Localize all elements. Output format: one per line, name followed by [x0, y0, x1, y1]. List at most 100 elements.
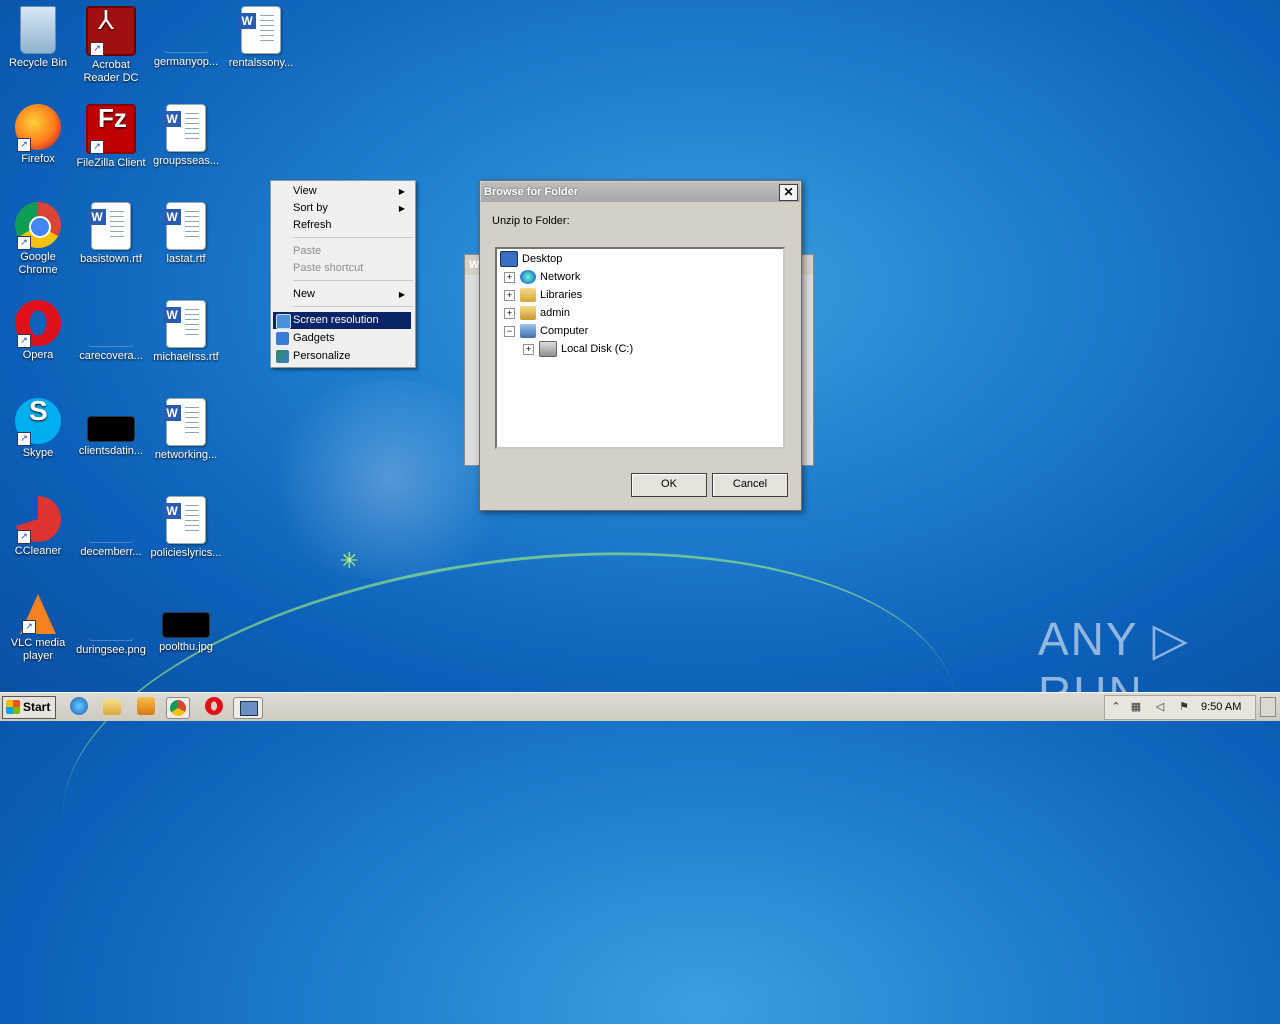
- desktop-icon-basistown[interactable]: W basistown.rtf: [73, 202, 149, 266]
- tree-item-network[interactable]: + Network: [504, 269, 580, 285]
- blank-file-icon: [88, 506, 134, 543]
- opera-icon: ↗: [15, 300, 61, 348]
- desktop-icon-decemberr[interactable]: decemberr...: [73, 496, 149, 559]
- desktop-icon-duringsee[interactable]: duringsee.png: [73, 594, 149, 657]
- close-button[interactable]: ✕: [779, 184, 798, 201]
- show-hidden-icons-icon[interactable]: ⌃: [1109, 700, 1123, 714]
- network-icon: [520, 270, 536, 285]
- system-tray: ⌃ ▦ ◁ ⚑ 9:50 AM: [1104, 695, 1256, 720]
- menu-item-paste[interactable]: Paste: [273, 243, 411, 260]
- file-explorer-icon[interactable]: [103, 699, 121, 715]
- menu-item-new[interactable]: New ▶: [273, 286, 411, 303]
- menu-separator: [293, 280, 413, 281]
- desktop-icon-skype[interactable]: S ↗ Skype: [0, 397, 76, 460]
- blank-file-icon: [163, 16, 209, 53]
- menu-item-paste-shortcut[interactable]: Paste shortcut: [273, 260, 411, 277]
- network-status-icon[interactable]: ▦: [1129, 700, 1143, 714]
- menu-item-sort-by[interactable]: Sort by ▶: [273, 200, 411, 217]
- menu-separator: [293, 237, 413, 238]
- action-center-flag-icon[interactable]: ⚑: [1177, 700, 1191, 714]
- winrar-taskbar-icon[interactable]: [233, 697, 263, 719]
- image-file-icon: [87, 416, 135, 442]
- blank-file-icon: [88, 604, 134, 641]
- volume-icon[interactable]: ◁: [1153, 700, 1167, 714]
- shortcut-arrow-icon: ↗: [22, 620, 36, 634]
- tree-item-desktop[interactable]: Desktop: [500, 251, 562, 268]
- tree-item-admin[interactable]: + admin: [504, 305, 570, 321]
- tree-item-computer[interactable]: − Computer: [504, 323, 588, 339]
- vlc-cone-icon: ↗: [20, 594, 56, 634]
- desktop-icon-firefox[interactable]: ↗ Firefox: [0, 104, 76, 166]
- desktop-context-menu: View ▶ Sort by ▶ Refresh Paste Paste short…: [270, 180, 416, 368]
- hard-drive-icon: [539, 341, 557, 358]
- desktop-icon-networking[interactable]: W networking...: [148, 398, 224, 462]
- ccleaner-icon: ↗: [15, 496, 61, 544]
- start-button[interactable]: Start: [2, 696, 56, 719]
- desktop-icon-carecovera[interactable]: carecovera...: [73, 300, 149, 363]
- chrome-icon: ↗: [15, 202, 61, 250]
- submenu-arrow-icon: ▶: [398, 187, 405, 196]
- word-document-icon: W: [238, 6, 281, 54]
- tree-item-libraries[interactable]: + Libraries: [504, 287, 582, 303]
- desktop-icon-michaelrss[interactable]: W michaelrss.rtf: [148, 300, 224, 364]
- word-document-icon: W: [163, 104, 206, 152]
- media-player-icon[interactable]: [137, 697, 155, 715]
- cancel-button[interactable]: Cancel: [712, 473, 788, 497]
- firefox-icon: ↗: [15, 104, 61, 152]
- desktop-icon-germanyop[interactable]: germanyop...: [148, 6, 224, 69]
- shortcut-arrow-icon: ↗: [17, 334, 31, 348]
- show-desktop-button[interactable]: [1260, 697, 1276, 717]
- desktop-icon-acrobat[interactable]: ⅄ ↗ Acrobat Reader DC: [73, 6, 149, 85]
- desktop-folder-icon: [500, 251, 518, 268]
- collapse-icon[interactable]: −: [504, 325, 515, 337]
- windows-logo-icon: [6, 700, 20, 714]
- expand-icon[interactable]: +: [504, 289, 515, 301]
- internet-explorer-icon[interactable]: [70, 697, 88, 715]
- desktop-icon-groupsseas[interactable]: W groupsseas...: [148, 104, 224, 168]
- folder-tree[interactable]: Desktop + Network + Libraries + admin − Comp…: [495, 247, 785, 449]
- shortcut-arrow-icon: ↗: [17, 432, 31, 446]
- skype-icon: S ↗: [15, 397, 61, 446]
- wallpaper-swoosh: [36, 499, 984, 1024]
- desktop-icon-filezilla[interactable]: Fz ↗ FileZilla Client: [73, 104, 149, 170]
- word-document-icon: W: [163, 496, 206, 544]
- shortcut-arrow-icon: ↗: [90, 140, 104, 154]
- filezilla-icon: Fz ↗: [86, 104, 136, 154]
- desktop-icon-opera[interactable]: ↗ Opera: [0, 300, 76, 362]
- ok-button[interactable]: OK: [631, 473, 707, 497]
- shortcut-arrow-icon: ↗: [90, 42, 104, 56]
- shortcut-arrow-icon: ↗: [17, 236, 31, 250]
- user-folder-icon: [520, 306, 536, 321]
- desktop-icon-ccleaner[interactable]: ↗ CCleaner: [0, 496, 76, 558]
- gadgets-icon: [276, 332, 289, 345]
- desktop-icon-recycle-bin[interactable]: Recycle Bin: [0, 6, 76, 70]
- computer-icon: [520, 324, 536, 339]
- browse-for-folder-dialog: Browse for Folder ✕ Unzip to Folder: Des…: [479, 180, 802, 511]
- chrome-taskbar-icon[interactable]: [166, 697, 190, 719]
- dialog-titlebar[interactable]: Browse for Folder ✕: [481, 182, 800, 202]
- desktop-icon-chrome[interactable]: ↗ Google Chrome: [0, 202, 76, 277]
- blank-file-icon: [88, 310, 134, 347]
- wallpaper-flare: ✳: [340, 548, 359, 573]
- desktop-icon-rentalssony[interactable]: W rentalssony...: [223, 6, 299, 70]
- expand-icon[interactable]: +: [504, 307, 515, 319]
- menu-item-personalize[interactable]: Personalize: [273, 348, 411, 365]
- menu-item-gadgets[interactable]: Gadgets: [273, 330, 411, 347]
- menu-item-screen-resolution[interactable]: Screen resolution: [273, 312, 411, 329]
- acrobat-icon: ⅄ ↗: [86, 6, 136, 56]
- menu-item-refresh[interactable]: Refresh: [273, 217, 411, 234]
- desktop-icon-policieslyrics[interactable]: W policieslyrics...: [148, 496, 224, 560]
- menu-item-view[interactable]: View ▶: [273, 183, 411, 200]
- desktop-icon-poolthu[interactable]: poolthu.jpg: [148, 594, 224, 654]
- tree-item-local-disk[interactable]: + Local Disk (C:): [523, 341, 633, 358]
- word-document-icon: W: [163, 398, 206, 446]
- shortcut-arrow-icon: ↗: [17, 530, 31, 544]
- clock[interactable]: 9:50 AM: [1201, 701, 1241, 713]
- desktop-icon-clientsdatin[interactable]: clientsdatin...: [73, 398, 149, 458]
- desktop-icon-vlc[interactable]: ↗ VLC media player: [0, 594, 76, 663]
- expand-icon[interactable]: +: [523, 343, 534, 355]
- desktop-icon-lastat[interactable]: W lastat.rtf: [148, 202, 224, 266]
- opera-taskbar-icon[interactable]: [205, 697, 223, 715]
- menu-separator: [293, 306, 413, 307]
- expand-icon[interactable]: +: [504, 271, 515, 283]
